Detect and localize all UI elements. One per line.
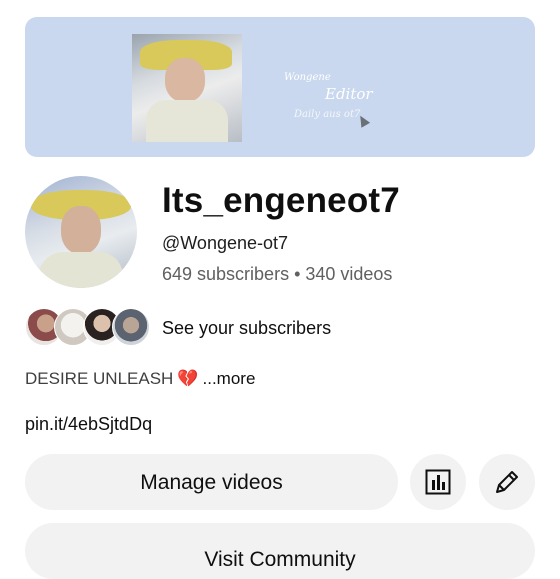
banner-photo (132, 34, 242, 142)
see-subscribers-link[interactable]: See your subscribers (162, 318, 331, 339)
more-link[interactable]: ...more (203, 369, 256, 388)
channel-description[interactable]: DESIRE UNLEASH 💔 ...more (25, 369, 255, 389)
pencil-icon (496, 471, 518, 493)
banner-text-line3: Daily aus ot7 (294, 109, 361, 120)
analytics-icon (425, 469, 451, 495)
analytics-button[interactable] (410, 454, 466, 510)
manage-videos-button[interactable]: Manage videos (25, 454, 398, 510)
visit-community-button[interactable]: Visit Community (25, 523, 535, 579)
manage-videos-label: Manage videos (140, 471, 283, 494)
banner-text-line2: Editor (325, 85, 373, 103)
channel-handle: @Wongene-ot7 (162, 233, 289, 253)
subscriber-avatars[interactable] (25, 308, 150, 346)
subscriber-avatar (112, 308, 150, 346)
edit-channel-button[interactable] (479, 454, 535, 510)
description-text: DESIRE UNLEASH (25, 369, 174, 388)
channel-name: Its_engeneot7 (162, 181, 400, 220)
banner-text-line1: Wongene (284, 72, 331, 83)
channel-stats: 649 subscribers • 340 videos (162, 264, 393, 284)
channel-avatar[interactable] (25, 176, 137, 288)
channel-banner: Wongene Editor Daily aus ot7 (25, 17, 535, 157)
channel-link[interactable]: pin.it/4ebSjtdDq (25, 414, 152, 435)
broken-heart-emoji: 💔 (177, 369, 199, 388)
